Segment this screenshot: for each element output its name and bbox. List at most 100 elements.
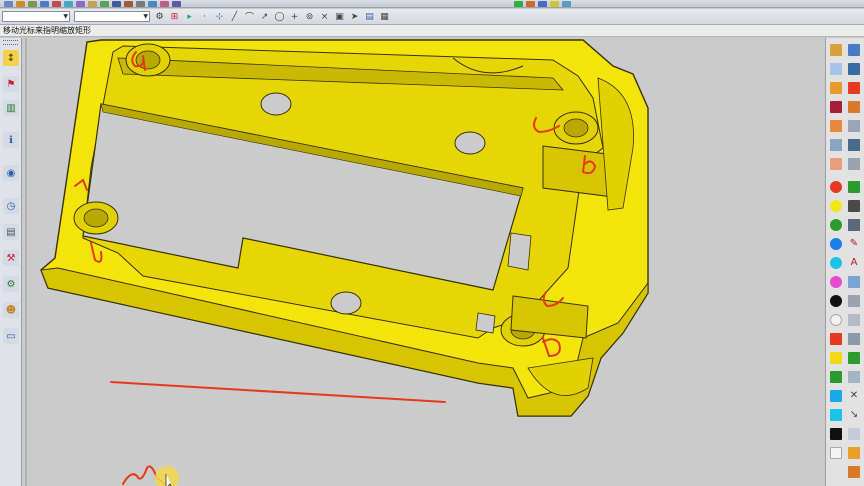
text-a-icon[interactable]: A: [848, 257, 860, 269]
toolbar-icon[interactable]: [100, 0, 109, 7]
color-red-icon[interactable]: [830, 181, 842, 193]
move-icon[interactable]: [848, 371, 860, 383]
circle-icon[interactable]: ◯: [274, 11, 285, 22]
view-select[interactable]: ▼: [74, 11, 150, 22]
layer-select[interactable]: ▼: [2, 11, 70, 22]
snap-view-icon[interactable]: [848, 428, 860, 440]
toolbar-icon[interactable]: [562, 0, 571, 7]
toolbar-icon[interactable]: [160, 0, 169, 7]
render-icon[interactable]: [830, 63, 842, 75]
toolbar-icon[interactable]: [550, 0, 559, 7]
graphics-window[interactable]: [23, 38, 824, 486]
fill-icon[interactable]: [848, 295, 860, 307]
color-green-icon[interactable]: [830, 219, 842, 231]
toolbar-icon[interactable]: [28, 0, 37, 7]
toolbar-grip[interactable]: [3, 40, 18, 45]
settings-icon[interactable]: ⚙: [154, 11, 165, 22]
cube-white-icon[interactable]: [830, 447, 842, 459]
analysis-icon[interactable]: [848, 333, 860, 345]
toolbar-icon[interactable]: [172, 0, 181, 7]
toolbar-icon[interactable]: [76, 0, 85, 7]
measure-distance-icon[interactable]: [848, 314, 860, 326]
cursor-icon[interactable]: ➤: [349, 11, 360, 22]
color-cyan-icon[interactable]: [830, 257, 842, 269]
yellow-housing-part[interactable]: [40, 39, 649, 417]
arrow-icon[interactable]: ↗: [259, 11, 270, 22]
color-white-icon[interactable]: [830, 314, 842, 326]
view-mode-icon[interactable]: [848, 44, 860, 56]
toolbar-icon[interactable]: [148, 0, 157, 7]
material-icon[interactable]: [848, 466, 860, 478]
process-studio-icon[interactable]: ⚙: [3, 276, 19, 292]
selection-filter-icon[interactable]: ⊞: [169, 11, 180, 22]
cube-cyan-icon[interactable]: [830, 390, 842, 402]
shaded-icon[interactable]: [848, 63, 860, 75]
cube-orange-icon[interactable]: [848, 447, 860, 459]
line-icon[interactable]: ╱: [229, 11, 240, 22]
edit-icon[interactable]: [848, 158, 860, 170]
feature-icon[interactable]: [830, 120, 842, 132]
arrow-icon[interactable]: ↘: [848, 409, 860, 421]
intersection-icon[interactable]: ×: [319, 11, 330, 22]
close-icon[interactable]: ✕: [848, 390, 860, 402]
cube-yellow-icon[interactable]: [830, 352, 842, 364]
plus-icon[interactable]: +: [289, 11, 300, 22]
water-icon[interactable]: [848, 276, 860, 288]
cube-green-icon[interactable]: [848, 352, 860, 364]
screw-boss[interactable]: [73, 201, 119, 235]
library-icon[interactable]: ▤: [3, 224, 19, 240]
tangent-icon[interactable]: ⌒: [244, 11, 255, 23]
dark-block-icon[interactable]: [848, 200, 860, 212]
toolbar-icon[interactable]: [526, 0, 535, 7]
color-blue-icon[interactable]: [830, 238, 842, 250]
system-scene-icon[interactable]: ▭: [3, 328, 19, 344]
toolbar-icon[interactable]: [514, 0, 523, 7]
toolbar-icon[interactable]: [16, 0, 25, 7]
color-green-block-icon[interactable]: [848, 181, 860, 193]
assembly-navigator-icon[interactable]: ⚑: [3, 76, 19, 92]
screw-boss[interactable]: [553, 111, 599, 145]
pattern-icon[interactable]: [848, 101, 860, 113]
cube-red-icon[interactable]: [830, 333, 842, 345]
toolbar-icon[interactable]: [112, 0, 121, 7]
cube-blue-icon[interactable]: [830, 409, 842, 421]
toolbar-icon[interactable]: [40, 0, 49, 7]
toolbar-icon[interactable]: [136, 0, 145, 7]
fit-icon[interactable]: [830, 82, 842, 94]
part-navigator-icon[interactable]: ↕: [3, 50, 19, 66]
grid-icon[interactable]: ▦: [379, 11, 390, 22]
measure-icon[interactable]: [848, 139, 860, 151]
tool-icon[interactable]: [848, 219, 860, 231]
bounding-box-icon[interactable]: ▣: [334, 11, 345, 22]
reuse-library-icon[interactable]: ⚒: [3, 250, 19, 266]
body-icon[interactable]: [830, 101, 842, 113]
cube-green-solid-icon[interactable]: [830, 371, 842, 383]
toolbar-icon[interactable]: [52, 0, 61, 7]
toolbar-icon[interactable]: [88, 0, 97, 7]
info-icon[interactable]: ℹ: [3, 132, 19, 148]
toolbar-icon[interactable]: [538, 0, 547, 7]
color-black-icon[interactable]: [830, 295, 842, 307]
color-yellow-icon[interactable]: [830, 200, 842, 212]
toolbar-icon[interactable]: [64, 0, 73, 7]
layers-icon[interactable]: [830, 139, 842, 151]
web-browser-icon[interactable]: ◉: [3, 165, 19, 181]
roles-icon[interactable]: ☻: [3, 302, 19, 318]
snap-icon[interactable]: ▸: [184, 11, 195, 22]
clipping-icon[interactable]: [848, 120, 860, 132]
model-view[interactable]: [23, 38, 824, 486]
history-icon[interactable]: ◷: [3, 198, 19, 214]
selection-mode-icon[interactable]: [830, 44, 842, 56]
blend-icon[interactable]: [830, 158, 842, 170]
color-magenta-icon[interactable]: [830, 276, 842, 288]
cube-black-icon[interactable]: [830, 428, 842, 440]
toolbar-icon[interactable]: [124, 0, 133, 7]
face-icon[interactable]: [848, 82, 860, 94]
pen-icon[interactable]: ✎: [848, 238, 860, 250]
layer-icon[interactable]: ▤: [364, 11, 375, 22]
constraint-navigator-icon[interactable]: ▥: [3, 100, 19, 116]
target-icon[interactable]: ⊚: [304, 11, 315, 22]
end-point-icon[interactable]: ⊹: [214, 11, 225, 22]
window-icon[interactable]: [4, 0, 13, 7]
point-icon[interactable]: ·: [199, 11, 210, 22]
